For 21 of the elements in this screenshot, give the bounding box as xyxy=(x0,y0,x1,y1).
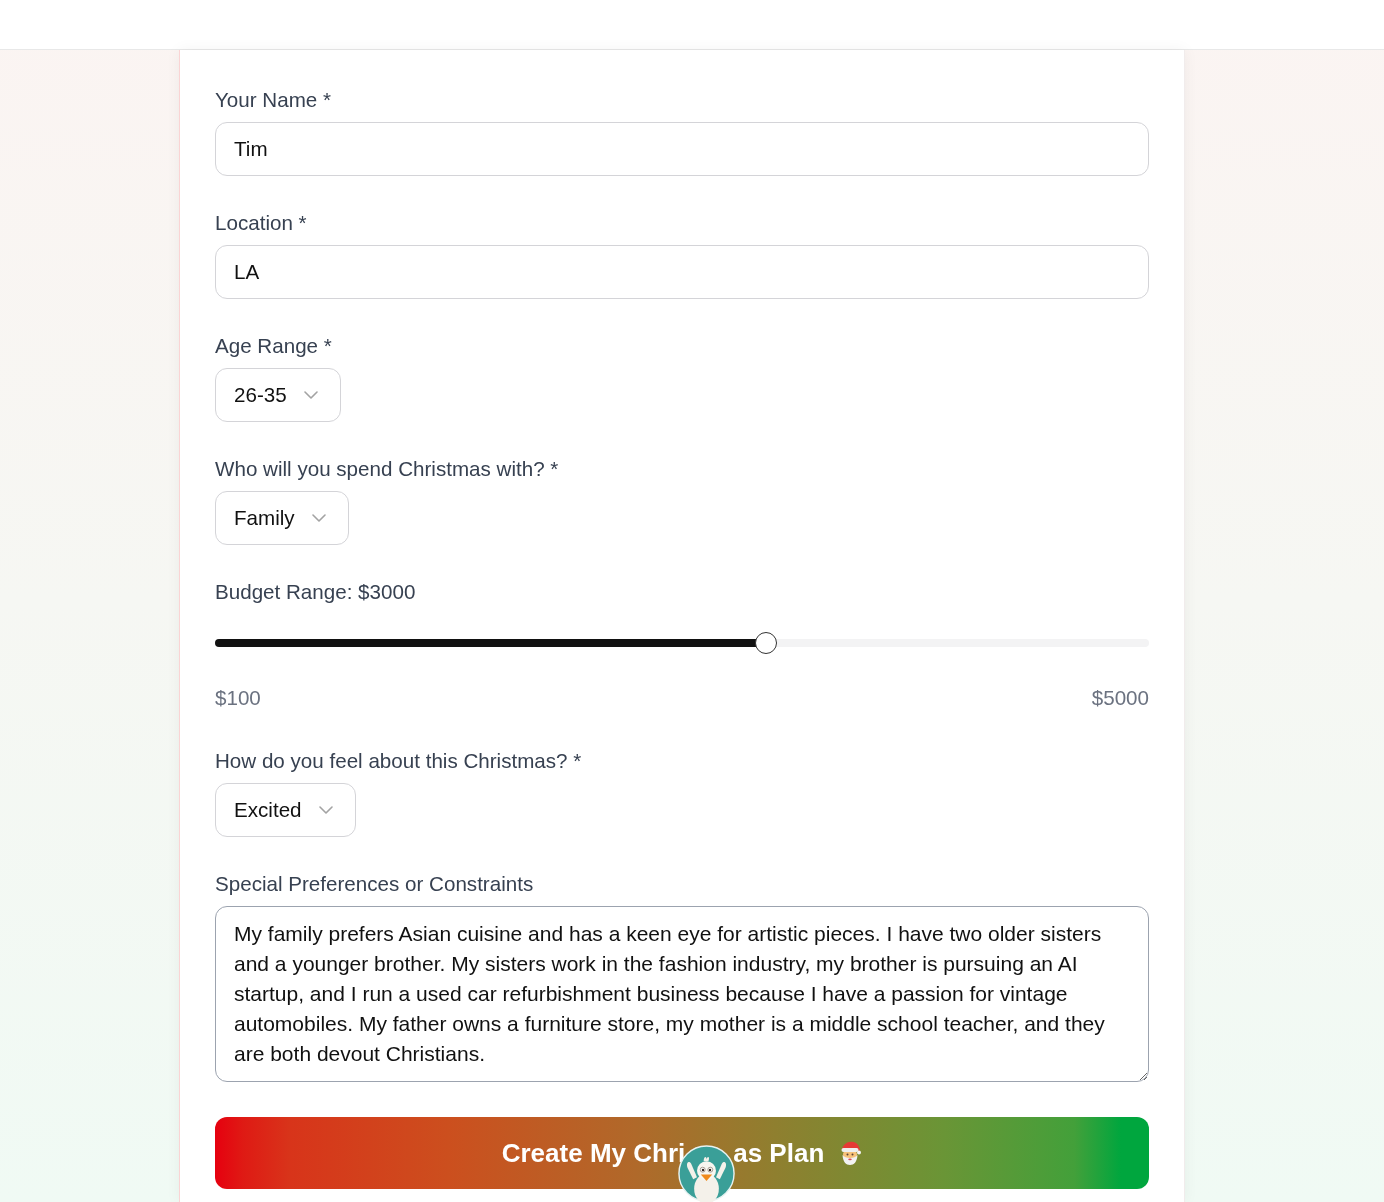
field-label: Age Range * xyxy=(215,334,332,358)
slider-track[interactable] xyxy=(215,632,1149,654)
field-label: Budget Range: $3000 xyxy=(215,580,417,604)
min-value-label: $100 xyxy=(215,686,261,710)
text-input[interactable]: LA xyxy=(215,245,1149,299)
text-input[interactable]: Tim xyxy=(215,122,1149,176)
preferences-textarea[interactable]: My family prefers Asian cuisine and has a keen eye for artistic pieces. I have two older sisters and a younger brother. My sisters work in the fashion industry, my brother is pursuing an AI startup, and I run a used car refurbishment business because I have a passion for vintage automobiles. My father owns a furniture store, my mother is a middle school teacher, and they are both devout Christians. xyxy=(215,906,1149,1082)
field-label: Your Name * xyxy=(215,88,331,112)
max-value-label: $5000 xyxy=(1091,686,1149,710)
dropdown-select[interactable]: Excited xyxy=(215,783,356,837)
chevron-down-icon xyxy=(303,391,318,399)
dropdown-select[interactable]: Family xyxy=(215,491,349,545)
chevron-down-icon xyxy=(318,806,333,814)
field-label: Special Preferences or Constraints xyxy=(215,872,534,896)
create-plan-button[interactable]: Create My Chri as Plan xyxy=(215,1117,1149,1189)
slider-thumb[interactable] xyxy=(755,632,778,654)
field-label: How do you feel about this Christmas? * xyxy=(215,749,582,773)
field-label: Who will you spend Christmas with? * xyxy=(215,457,559,481)
dropdown-select[interactable]: 26-35 xyxy=(215,368,341,422)
chevron-down-icon xyxy=(311,514,326,522)
field-label: Location * xyxy=(215,211,307,235)
